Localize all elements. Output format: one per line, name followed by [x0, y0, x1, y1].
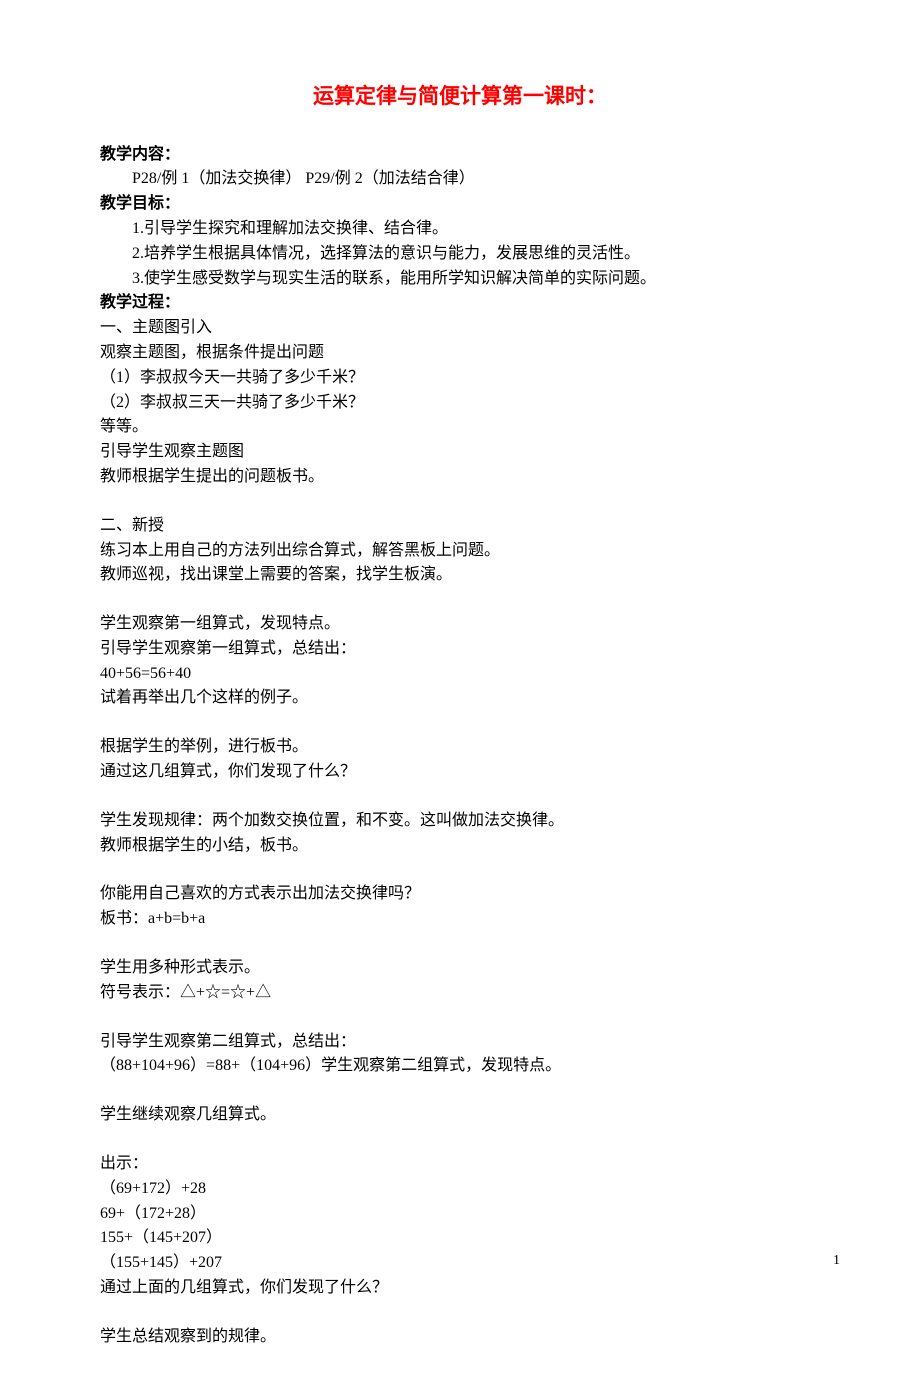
part1-title: 一、主题图引入: [100, 316, 820, 341]
body-text: 学生观察第一组算式，发现特点。: [100, 612, 820, 637]
content-scope: P28/例 1（加法交换律） P29/例 2（加法结合律）: [100, 167, 820, 192]
body-text: 69+（172+28）: [100, 1202, 820, 1227]
body-text: 40+56=56+40: [100, 662, 820, 687]
body-text: 引导学生观察第一组算式，总结出：: [100, 637, 820, 662]
body-text: （155+145）+207: [100, 1251, 820, 1276]
body-text: 出示：: [100, 1152, 820, 1177]
body-text: 你能用自己喜欢的方式表示出加法交换律吗？: [100, 882, 820, 907]
body-text: 通过这几组算式，你们发现了什么？: [100, 760, 820, 785]
section-header-process: 教学过程：: [100, 291, 820, 316]
goal-3: 3.使学生感受数学与现实生活的联系，能用所学知识解决简单的实际问题。: [100, 267, 820, 292]
page-title: 运算定律与简便计算第一课时：: [100, 80, 820, 113]
body-text: 观察主题图，根据条件提出问题: [100, 341, 820, 366]
body-text: 学生总结观察到的规律。: [100, 1325, 820, 1350]
section-header-goals: 教学目标：: [100, 192, 820, 217]
body-text: 学生用多种形式表示。: [100, 956, 820, 981]
body-text: 学生继续观察几组算式。: [100, 1103, 820, 1128]
body-text: 符号表示：△+☆=☆+△: [100, 981, 820, 1006]
body-text: 教师巡视，找出课堂上需要的答案，找学生板演。: [100, 563, 820, 588]
goal-2: 2.培养学生根据具体情况，选择算法的意识与能力，发展思维的灵活性。: [100, 242, 820, 267]
body-text: 试着再举出几个这样的例子。: [100, 686, 820, 711]
body-text: （1）李叔叔今天一共骑了多少千米？: [100, 366, 820, 391]
body-text: 练习本上用自己的方法列出综合算式，解答黑板上问题。: [100, 539, 820, 564]
body-text: （88+104+96）=88+（104+96）学生观察第二组算式，发现特点。: [100, 1054, 820, 1079]
body-text: 教师根据学生的小结，板书。: [100, 834, 820, 859]
body-text: （2）李叔叔三天一共骑了多少千米？: [100, 391, 820, 416]
section-header-content: 教学内容：: [100, 143, 820, 168]
body-text: 学生发现规律：两个加数交换位置，和不变。这叫做加法交换律。: [100, 809, 820, 834]
body-text: 引导学生观察主题图: [100, 440, 820, 465]
body-text: 等等。: [100, 415, 820, 440]
body-text: （69+172）+28: [100, 1177, 820, 1202]
part2-title: 二、新授: [100, 514, 820, 539]
body-text: 板书：a+b=b+a: [100, 907, 820, 932]
body-text: 155+（145+207）: [100, 1226, 820, 1251]
page-number: 1: [833, 1250, 840, 1272]
body-text: 教师根据学生提出的问题板书。: [100, 465, 820, 490]
body-text: 根据学生的举例，进行板书。: [100, 735, 820, 760]
body-text: 引导学生观察第二组算式，总结出：: [100, 1030, 820, 1055]
body-text: 通过上面的几组算式，你们发现了什么？: [100, 1276, 820, 1301]
goal-1: 1.引导学生探究和理解加法交换律、结合律。: [100, 217, 820, 242]
